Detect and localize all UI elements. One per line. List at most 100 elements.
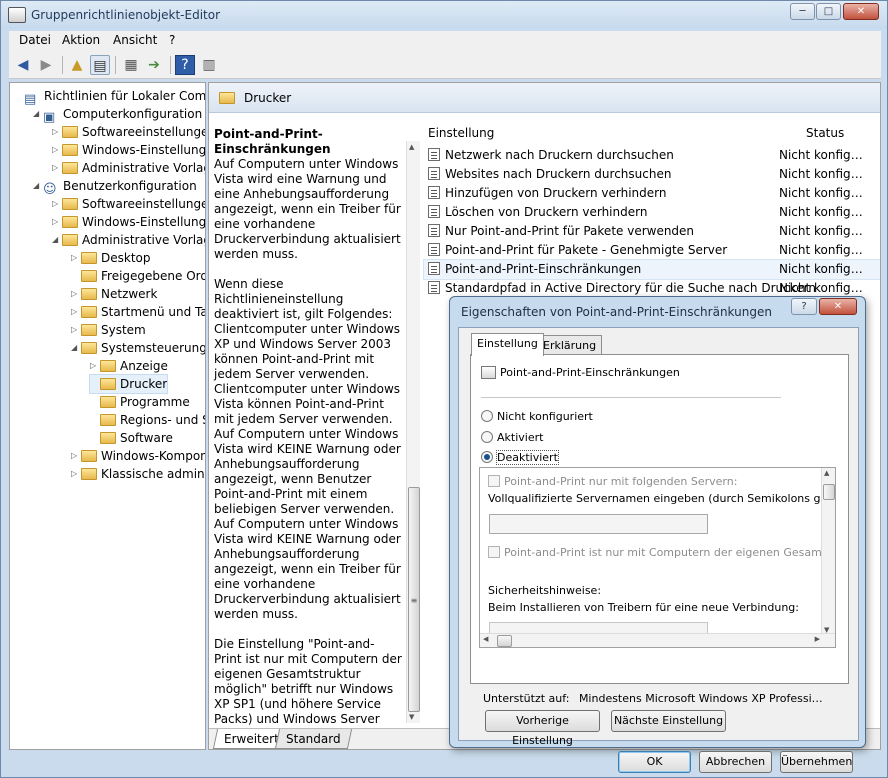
tab-standard[interactable]: Standard [274,729,352,749]
menu-datei[interactable]: Datei [19,33,51,47]
scroll-up-icon[interactable]: ▲ [824,469,829,477]
folder-icon [100,414,116,426]
tab-erklaerung[interactable]: Erklärung [537,335,603,355]
options-vscroll[interactable]: ▲ ▼ [821,468,835,635]
collapsed-arrow-icon[interactable]: ▷ [71,447,81,465]
tree-item-label: Software [120,431,173,445]
tree-item[interactable]: ▷ Desktop [71,249,151,267]
collapsed-arrow-icon[interactable]: ▷ [71,465,81,483]
scroll-up-icon[interactable]: ▲ [409,143,414,151]
collapsed-arrow-icon[interactable]: ▷ [71,249,81,267]
tree-item[interactable]: ▷ Softwareeinstellungen [52,123,205,141]
collapsed-arrow-icon[interactable]: ▷ [52,213,62,231]
tree-item[interactable]: ◢ ☺ Benutzerkonfiguration [33,177,197,197]
properties-icon[interactable]: ▦ [121,55,141,75]
tree-item-label: Windows-Komponenten [101,449,206,463]
column-status[interactable]: Status [806,126,844,140]
scrollbar-thumb[interactable]: ≡ [408,487,420,712]
policy-setting-icon [428,281,440,294]
expanded-arrow-icon[interactable]: ◢ [52,231,62,249]
tree-item[interactable]: ▷ Windows-Einstellungen [52,213,205,231]
up-folder-icon[interactable]: ▲ [67,55,87,75]
next-setting-button[interactable]: Nächste Einstellung [611,710,726,732]
ok-button[interactable]: OK [618,751,691,773]
setting-row[interactable]: Löschen von Druckern verhindern Nicht kon… [424,203,880,222]
dialog-help-button[interactable]: ? [791,298,817,315]
tree-item[interactable]: Regions- und Sprachoptionen [90,411,205,429]
expanded-arrow-icon[interactable]: ◢ [33,105,43,123]
collapsed-arrow-icon[interactable]: ▷ [52,195,62,213]
tree-item[interactable]: ▷ Klassische administrative Vorlagen [71,465,205,483]
cancel-button[interactable]: Abbrechen [699,751,772,773]
scrollbar-thumb[interactable] [823,484,835,500]
apply-button[interactable]: Übernehmen [780,751,853,773]
expanded-arrow-icon[interactable]: ◢ [71,339,81,357]
close-window-button[interactable]: ✕ [843,3,879,20]
tree-item[interactable]: ◢ Systemsteuerung [71,339,205,357]
tree-item[interactable]: ▷ Netzwerk [71,285,157,303]
scroll-down-icon[interactable]: ▼ [409,713,414,721]
tree-item[interactable]: ▷ Anzeige [90,357,168,375]
tab-einstellung[interactable]: Einstellung [471,333,544,356]
menu-ansicht[interactable]: Ansicht [113,33,157,47]
tree-item[interactable]: ▤Richtlinien für Lokaler Computer [14,87,205,107]
minimize-button[interactable]: ─ [790,3,815,20]
collapsed-arrow-icon[interactable]: ▷ [90,357,100,375]
setting-name: Websites nach Druckern durchsuchen [445,167,672,181]
radio-enabled[interactable]: Aktiviert [481,431,543,444]
menu-aktion[interactable]: Aktion [62,33,100,47]
collapsed-arrow-icon[interactable]: ▷ [71,285,81,303]
back-arrow-icon[interactable]: ◀ [13,55,33,75]
menu-help[interactable]: ? [169,33,175,47]
options-hscroll[interactable]: ◀ ▶ [480,633,835,647]
tree-item[interactable]: ▷ Windows-Einstellungen [52,141,205,159]
description-text: Auf Computern unter Windows Vista wird e… [214,157,402,741]
collapsed-arrow-icon[interactable]: ▷ [52,159,62,177]
setting-row[interactable]: Nur Point-and-Print für Pakete verwenden… [424,222,880,241]
description-scrollbar[interactable]: ▲ ≡ ▼ [406,141,420,723]
setting-row[interactable]: Websites nach Druckern durchsuchen Nicht … [424,165,880,184]
collapsed-arrow-icon[interactable]: ▷ [52,141,62,159]
forward-arrow-icon[interactable]: ▶ [36,55,56,75]
tree-item[interactable]: ▷ System [71,321,146,339]
servers-only-checkbox[interactable]: Point-and-Print nur mit folgenden Server… [488,475,737,488]
title-bar[interactable]: Gruppenrichtlinienobjekt-Editor ─ □ ✕ [1,1,887,29]
setting-row[interactable]: Point-and-Print-Einschränkungen Nicht kon… [423,259,880,280]
expanded-arrow-icon[interactable]: ◢ [33,177,43,195]
tree-item[interactable]: ▷ Windows-Komponenten [71,447,206,465]
help-icon[interactable]: ? [175,55,195,75]
scroll-left-icon[interactable]: ◀ [483,635,488,643]
tree-item[interactable]: Software [90,429,173,447]
tree-item[interactable]: ▷ Startmenü und Taskleiste [71,303,205,321]
show-tree-icon[interactable]: ▤ [90,55,110,75]
column-setting[interactable]: Einstellung [428,126,494,140]
maximize-button[interactable]: □ [816,3,841,20]
server-names-input[interactable] [489,514,708,534]
tree-item[interactable]: ▷ Administrative Vorlagen [52,159,205,177]
setting-row[interactable]: Hinzufügen von Druckern verhindern Nicht … [424,184,880,203]
tree-item[interactable]: ◢ ▣ Computerkonfiguration [33,105,202,125]
radio-not-configured[interactable]: Nicht konfiguriert [481,410,593,423]
tree-item[interactable]: Drucker [88,374,169,394]
radio-label: Aktiviert [497,431,544,444]
scrollbar-thumb[interactable] [497,635,512,647]
setting-name: Netzwerk nach Druckern durchsuchen [445,148,674,162]
tree-item[interactable]: Freigegebene Ordner [71,267,205,285]
dialog-close-button[interactable]: ✕ [819,298,857,315]
tree-item[interactable]: Programme [90,393,190,411]
collapsed-arrow-icon[interactable]: ▷ [71,321,81,339]
collapsed-arrow-icon[interactable]: ▷ [52,123,62,141]
export-list-icon[interactable]: ➔ [144,55,164,75]
view-icon[interactable]: ▥ [199,55,219,75]
setting-row[interactable]: Netzwerk nach Druckern durchsuchen Nicht … [424,146,880,165]
radio-disabled[interactable]: Deaktiviert [481,450,559,465]
scroll-right-icon[interactable]: ▶ [815,635,820,643]
navigation-tree[interactable]: ▤Richtlinien für Lokaler Computer◢▣Compu… [9,82,206,750]
folder-icon [81,288,97,300]
previous-setting-button[interactable]: Vorherige Einstellung [485,710,600,747]
tree-item[interactable]: ◢ Administrative Vorlagen [52,231,205,249]
setting-row[interactable]: Point-and-Print für Pakete - Genehmigte … [424,241,880,260]
collapsed-arrow-icon[interactable]: ▷ [71,303,81,321]
forest-only-checkbox[interactable]: Point-and-Print ist nur mit Computern de… [488,546,835,559]
tree-item[interactable]: ▷ Softwareeinstellungen [52,195,205,213]
